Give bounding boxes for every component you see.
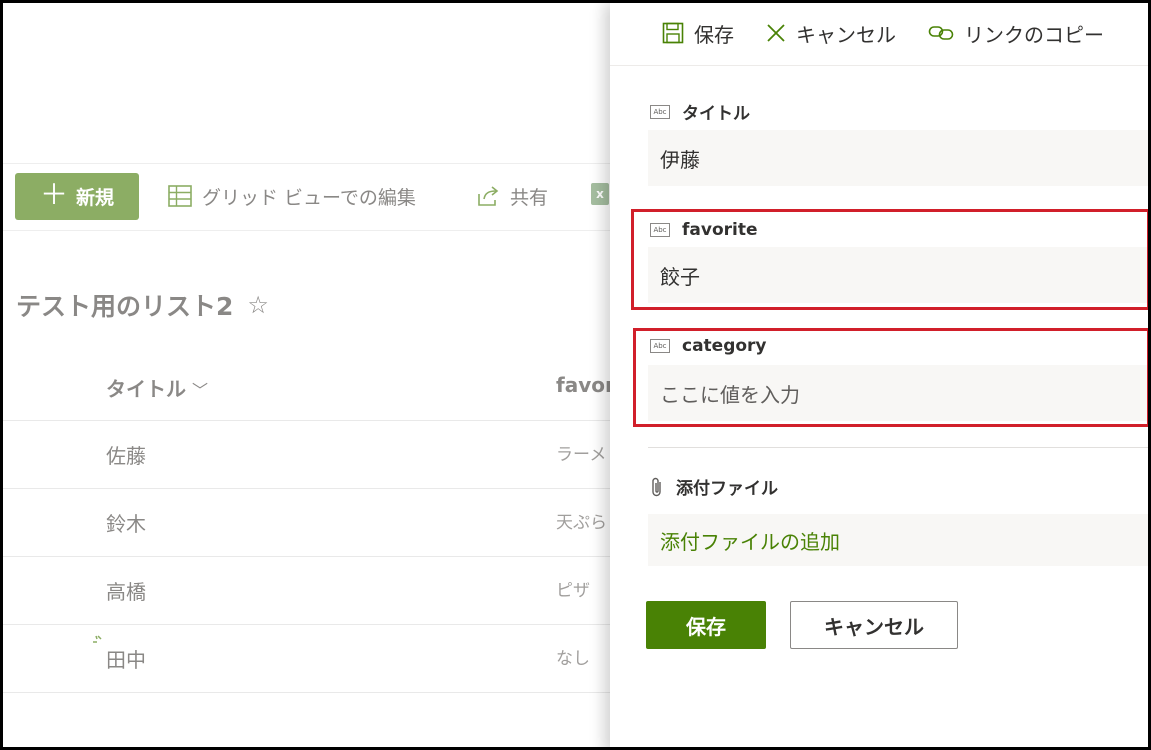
favorite-field[interactable]: 餃子	[648, 247, 1148, 303]
excel-icon[interactable]: x	[591, 183, 609, 205]
list-title: テスト用のリスト2 ☆	[16, 287, 269, 323]
plus-icon: ＋	[39, 178, 68, 211]
column-header-title-label: タイトル	[106, 377, 186, 401]
new-item-sparkle-icon	[93, 635, 102, 643]
toolbar-cancel-label: キャンセル	[796, 22, 896, 47]
share-icon	[478, 186, 499, 206]
row-divider	[3, 556, 623, 557]
grid-edit-label: グリッド ビューでの編集	[202, 186, 416, 209]
table-row-title[interactable]: 佐藤	[106, 440, 146, 469]
save-button[interactable]: 保存	[646, 601, 766, 649]
section-divider	[648, 447, 1148, 448]
grid-edit-button[interactable]: グリッド ビューでの編集	[168, 178, 416, 214]
new-item-label: 新規	[76, 187, 115, 209]
row-divider	[3, 420, 623, 421]
table-row-favorite: ピザ	[556, 581, 590, 601]
text-field-icon: Abc	[650, 223, 670, 237]
table-row-title[interactable]: 田中	[106, 644, 146, 673]
category-field-label: Abc category	[650, 336, 767, 356]
toolbar-cancel-button[interactable]: キャンセル	[766, 17, 896, 49]
text-field-icon: Abc	[650, 339, 670, 353]
attachments-label-text: 添付ファイル	[676, 479, 778, 499]
favorite-star-icon[interactable]: ☆	[247, 291, 269, 319]
row-divider	[3, 624, 623, 625]
column-header-title[interactable]: タイトル ﹀	[106, 373, 208, 402]
category-field[interactable]: ここに値を入力	[648, 365, 1148, 421]
category-field-label-text: category	[682, 336, 767, 356]
panel-toolbar: 保存 キャンセル リンクのコピー	[610, 3, 1148, 66]
favorite-field-label: Abc favorite	[650, 220, 758, 240]
text-field-icon: Abc	[650, 104, 670, 119]
command-bar: ＋ 新規 グリッド ビューでの編集 共有	[3, 163, 643, 231]
row-divider	[3, 488, 623, 489]
link-icon	[928, 26, 954, 40]
title-field-label: Abc タイトル	[650, 99, 750, 124]
table-row-title[interactable]: 鈴木	[106, 508, 146, 537]
table-row-favorite: なし	[556, 649, 590, 669]
share-label: 共有	[510, 186, 549, 209]
table-row-favorite: 天ぷら	[556, 513, 607, 533]
title-field[interactable]: 伊藤	[648, 130, 1148, 186]
table-row-title[interactable]: 高橋	[106, 576, 146, 605]
copy-link-label: リンクのコピー	[964, 22, 1104, 47]
copy-link-button[interactable]: リンクのコピー	[928, 17, 1104, 49]
edit-panel: 保存 キャンセル リンクのコピー Abc タイトル 伊藤 Abc favorit…	[610, 3, 1148, 747]
close-icon	[767, 24, 785, 42]
attachments-label: 添付ファイル	[650, 474, 778, 499]
add-attachment-link[interactable]: 添付ファイルの追加	[648, 514, 1148, 566]
screenshot-frame: ＋ 新規 グリッド ビューでの編集 共有 x テスト用のリスト2 ☆ タイトル …	[0, 0, 1151, 750]
grid-view-icon	[168, 185, 192, 207]
title-field-label-text: タイトル	[682, 104, 750, 124]
save-icon	[662, 22, 684, 44]
row-divider	[3, 692, 623, 693]
new-item-button[interactable]: ＋ 新規	[15, 173, 139, 220]
toolbar-save-label: 保存	[694, 22, 734, 47]
cancel-button[interactable]: キャンセル	[790, 601, 958, 649]
table-row-favorite: ラーメ	[556, 445, 607, 465]
chevron-down-icon: ﹀	[192, 381, 209, 400]
favorite-field-label-text: favorite	[682, 220, 758, 240]
list-title-text: テスト用のリスト2	[16, 292, 234, 321]
toolbar-save-button[interactable]: 保存	[662, 17, 734, 49]
paperclip-icon	[652, 477, 661, 496]
share-button[interactable]: 共有	[476, 178, 548, 214]
